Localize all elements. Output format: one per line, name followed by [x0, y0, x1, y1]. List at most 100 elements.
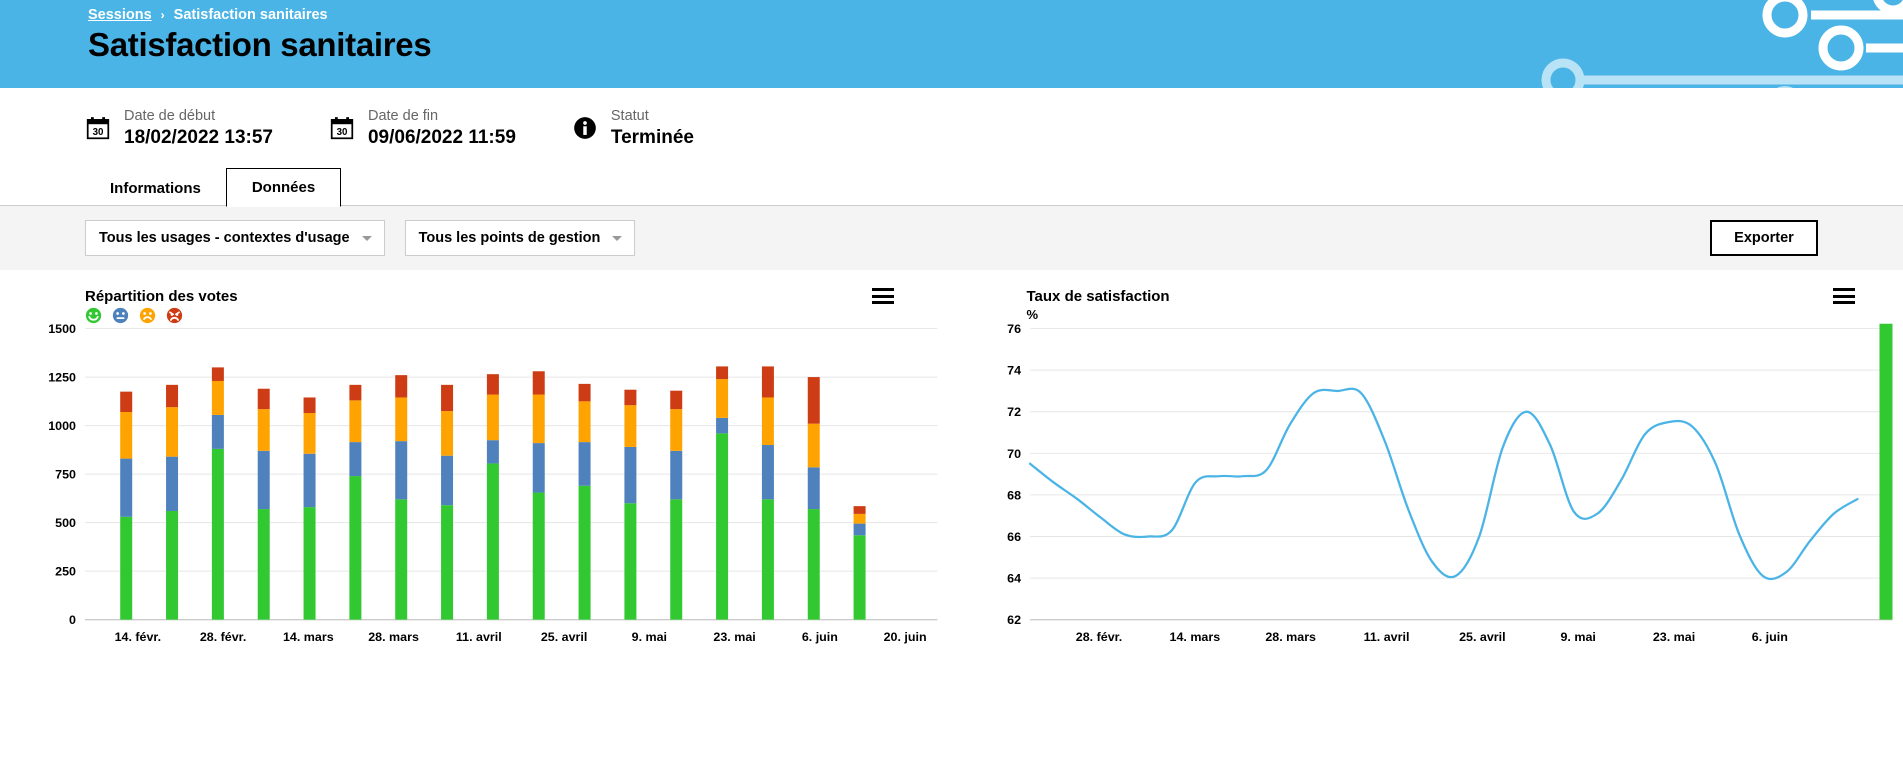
bar-segment[interactable] — [303, 507, 316, 620]
bar-segment[interactable] — [349, 476, 362, 620]
bar-segment[interactable] — [211, 380, 224, 415]
bar-segment[interactable] — [166, 510, 179, 620]
charts-region: Répartition des votes 0 250 500 750 1000… — [0, 270, 1903, 674]
bar-segment[interactable] — [670, 450, 683, 500]
chevron-right-icon: › — [160, 8, 165, 22]
bar-segment[interactable] — [853, 535, 866, 620]
bar-segment[interactable] — [257, 450, 270, 510]
x-axis-tick-label: 20. juin — [884, 630, 927, 644]
tab-donnees[interactable]: Données — [225, 168, 342, 207]
breadcrumb: Sessions › Satisfaction sanitaires — [88, 7, 328, 23]
line-plot-area: 62 64 66 68 70 72 74 76 28. févr. 14. mars 28. mar… — [952, 282, 1903, 674]
bar-segment[interactable] — [761, 366, 774, 398]
svg-text:30: 30 — [337, 127, 348, 138]
bar-segment[interactable] — [578, 485, 591, 620]
bar-segment[interactable] — [441, 411, 454, 456]
bar-segment[interactable] — [441, 505, 454, 620]
bar-segment[interactable] — [716, 433, 729, 620]
bar-segment[interactable] — [807, 509, 820, 620]
x-axis-tick-label: 28. févr. — [200, 630, 246, 644]
bar-segment[interactable] — [349, 400, 362, 443]
final-bar-marker[interactable] — [1878, 323, 1892, 620]
bar-segment[interactable] — [441, 455, 454, 506]
bar-segment[interactable] — [853, 513, 866, 524]
breadcrumb-current: Satisfaction sanitaires — [173, 7, 328, 23]
bar-segment[interactable] — [257, 509, 270, 620]
y-axis-tick-label: 250 — [55, 565, 76, 579]
bar-segment[interactable] — [578, 442, 591, 486]
export-button[interactable]: Exporter — [1710, 220, 1818, 256]
chevron-down-icon — [361, 236, 372, 241]
bar-segment[interactable] — [716, 417, 729, 434]
bar-segment[interactable] — [395, 375, 408, 398]
bar-segment[interactable] — [349, 384, 362, 401]
bar-segment[interactable] — [578, 401, 591, 443]
bar-segment[interactable] — [120, 516, 133, 620]
bar-segment[interactable] — [166, 407, 179, 457]
bar-segment[interactable] — [211, 414, 224, 449]
bar-segment[interactable] — [395, 441, 408, 500]
bar-segment[interactable] — [303, 412, 316, 454]
breadcrumb-link-sessions[interactable]: Sessions — [88, 7, 152, 23]
bar-segment[interactable] — [211, 367, 224, 381]
bar-segment[interactable] — [211, 448, 224, 620]
bar-segment[interactable] — [807, 467, 820, 510]
bar-segment[interactable] — [853, 523, 866, 536]
x-axis-tick-label: 9. mai — [632, 630, 667, 644]
bar-segment[interactable] — [807, 377, 820, 424]
satisfaction-line-series[interactable] — [1028, 387, 1859, 581]
bar-segment[interactable] — [349, 442, 362, 477]
bar-segment[interactable] — [532, 443, 545, 493]
bar-segment[interactable] — [624, 446, 637, 504]
bar-segment[interactable] — [120, 391, 133, 413]
bar-segment[interactable] — [716, 366, 729, 380]
bar-segment[interactable] — [120, 412, 133, 459]
x-axis-tick-label: 28. mars — [368, 630, 419, 644]
bar-segment[interactable] — [853, 506, 866, 514]
bar-segment[interactable] — [670, 409, 683, 451]
svg-text:30: 30 — [93, 127, 104, 138]
bar-segment[interactable] — [395, 397, 408, 442]
bar-segment[interactable] — [257, 409, 270, 451]
bar-segment[interactable] — [395, 499, 408, 620]
bar-segment[interactable] — [532, 394, 545, 444]
bar-segment[interactable] — [761, 499, 774, 620]
usage-filter-select[interactable]: Tous les usages - contextes d'usage — [85, 220, 385, 256]
bar-segment[interactable] — [624, 389, 637, 406]
bar-segment[interactable] — [486, 374, 499, 395]
y-axis-tick-label: 72 — [1007, 405, 1021, 419]
y-axis-tick-label: 62 — [1007, 613, 1021, 627]
bar-segment[interactable] — [670, 390, 683, 410]
bar-segment[interactable] — [486, 463, 499, 620]
location-filter-select[interactable]: Tous les points de gestion — [404, 220, 636, 256]
calendar-icon: 30 — [86, 117, 110, 140]
usage-filter-value: Tous les usages - contextes d'usage — [99, 230, 350, 246]
bar-segment[interactable] — [761, 397, 774, 446]
bar-segment[interactable] — [532, 371, 545, 395]
bar-segment[interactable] — [624, 405, 637, 447]
bar-segment[interactable] — [761, 445, 774, 500]
bar-segment[interactable] — [486, 440, 499, 464]
votes-distribution-chart: Répartition des votes 0 250 500 750 1000… — [0, 282, 952, 674]
y-axis-tick-label: 70 — [1007, 447, 1021, 461]
x-axis-tick-label: 25. avril — [1459, 630, 1506, 644]
bar-segment[interactable] — [486, 394, 499, 441]
bar-segment[interactable] — [716, 379, 729, 418]
bar-segment[interactable] — [120, 458, 133, 517]
bar-segment[interactable] — [578, 383, 591, 402]
bar-segment[interactable] — [166, 384, 179, 408]
bar-segment[interactable] — [624, 503, 637, 620]
bar-segment[interactable] — [257, 388, 270, 410]
bar-segment[interactable] — [807, 423, 820, 468]
bar-segment[interactable] — [166, 456, 179, 511]
page-header: Sessions › Satisfaction sanitaires Satis… — [0, 0, 1903, 88]
meta-value: 18/02/2022 13:57 — [124, 126, 273, 148]
meta-item-end-date: 30 Date de fin 09/06/2022 11:59 — [329, 107, 516, 150]
bar-segment[interactable] — [670, 499, 683, 620]
bar-segment[interactable] — [532, 492, 545, 620]
bar-segment[interactable] — [303, 453, 316, 508]
bar-segment[interactable] — [303, 397, 316, 413]
satisfaction-rate-chart: Taux de satisfaction % 62 64 66 68 70 72 74 76 2… — [952, 282, 1903, 674]
bar-segment[interactable] — [441, 384, 454, 412]
tab-informations[interactable]: Informations — [85, 170, 226, 206]
